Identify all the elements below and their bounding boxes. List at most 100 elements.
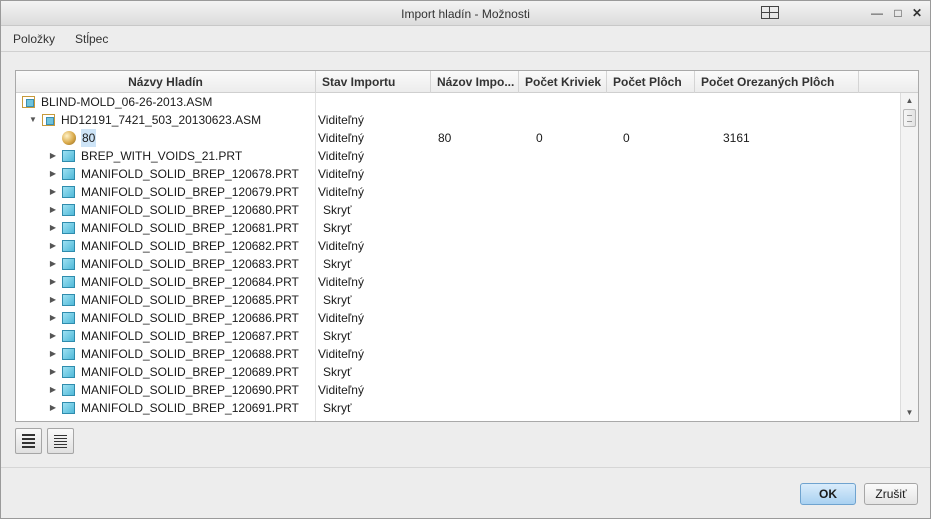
table-row[interactable]: ▶ MANIFOLD_SOLID_BREP_120683.PRT Skryť xyxy=(16,255,900,273)
import-status-cell[interactable]: Viditeľný xyxy=(318,147,364,165)
column-curve-count[interactable]: Počet Kriviek xyxy=(519,71,607,93)
expand-arrow-icon[interactable]: ▶ xyxy=(48,309,58,327)
import-status-cell[interactable]: Viditeľný xyxy=(318,129,364,147)
import-name-cell: 80 xyxy=(438,131,452,145)
menu-items[interactable]: Položky xyxy=(13,32,55,46)
layer-name-label[interactable]: MANIFOLD_SOLID_BREP_120685.PRT xyxy=(81,291,299,309)
layer-name-label[interactable]: MANIFOLD_SOLID_BREP_120679.PRT xyxy=(81,183,299,201)
import-status-cell[interactable]: Viditeľný xyxy=(318,309,364,327)
layer-name-label[interactable]: MANIFOLD_SOLID_BREP_120691.PRT xyxy=(81,399,299,417)
close-icon[interactable]: ✕ xyxy=(909,6,925,20)
import-status-cell[interactable]: Viditeľný xyxy=(318,237,364,255)
expand-arrow-icon[interactable]: ▶ xyxy=(48,327,58,345)
import-status-cell[interactable]: Skryť xyxy=(323,291,352,309)
expand-arrow-icon[interactable]: ▶ xyxy=(48,165,58,183)
table-row[interactable]: ▶ MANIFOLD_SOLID_BREP_120682.PRT Viditeľný xyxy=(16,237,900,255)
table-row[interactable]: ▶ MANIFOLD_SOLID_BREP_120686.PRT Viditeľný xyxy=(16,309,900,327)
layer-name-label[interactable]: MANIFOLD_SOLID_BREP_120689.PRT xyxy=(81,363,299,381)
import-status-cell[interactable]: Skryť xyxy=(323,255,352,273)
column-import-status[interactable]: Stav Importu xyxy=(316,71,431,93)
list-view-button[interactable] xyxy=(47,428,74,454)
layer-name-label[interactable]: HD12191_7421_503_20130623.ASM xyxy=(61,111,261,129)
import-status-cell[interactable]: Viditeľný xyxy=(318,345,364,363)
expand-arrow-icon[interactable]: ▶ xyxy=(48,219,58,237)
import-layers-dialog: Import hladín - Možnosti — □ ✕ Položky S… xyxy=(0,0,931,519)
expand-arrow-icon[interactable]: ▶ xyxy=(48,273,58,291)
layer-name-label[interactable]: 80 xyxy=(81,129,97,147)
layer-name-label[interactable]: MANIFOLD_SOLID_BREP_120688.PRT xyxy=(81,345,299,363)
table-row[interactable]: ▶ MANIFOLD_SOLID_BREP_120678.PRT Viditeľný xyxy=(16,165,900,183)
layer-name-label[interactable]: MANIFOLD_SOLID_BREP_120686.PRT xyxy=(81,309,299,327)
import-status-cell[interactable]: Viditeľný xyxy=(318,111,364,129)
table-row[interactable]: ▶ MANIFOLD_SOLID_BREP_120679.PRT Viditeľný xyxy=(16,183,900,201)
cancel-button[interactable]: Zrušiť xyxy=(864,483,918,505)
part-icon xyxy=(62,204,75,216)
table-row[interactable]: 80 Viditeľný 80 0 0 3161 xyxy=(16,129,900,147)
import-status-cell[interactable]: Viditeľný xyxy=(318,183,364,201)
import-status-cell[interactable]: Skryť xyxy=(323,363,352,381)
layer-name-label[interactable]: MANIFOLD_SOLID_BREP_120687.PRT xyxy=(81,327,299,345)
expand-arrow-icon[interactable]: ▶ xyxy=(48,399,58,417)
table-row[interactable]: ▶ MANIFOLD_SOLID_BREP_120681.PRT Skryť xyxy=(16,219,900,237)
layer-name-label[interactable]: MANIFOLD_SOLID_BREP_120690.PRT xyxy=(81,381,299,399)
table-row[interactable]: ▶ MANIFOLD_SOLID_BREP_120689.PRT Skryť xyxy=(16,363,900,381)
table-row[interactable]: ▶ MANIFOLD_SOLID_BREP_120687.PRT Skryť xyxy=(16,327,900,345)
layer-name-label[interactable]: MANIFOLD_SOLID_BREP_120683.PRT xyxy=(81,255,299,273)
table-row[interactable]: ▼ HD12191_7421_503_20130623.ASM Viditeľný xyxy=(16,111,900,129)
layer-name-label[interactable]: BREP_WITH_VOIDS_21.PRT xyxy=(81,147,242,165)
minimize-icon[interactable]: — xyxy=(869,6,885,20)
table-row[interactable]: ▶ MANIFOLD_SOLID_BREP_120685.PRT Skryť xyxy=(16,291,900,309)
import-status-cell[interactable]: Skryť xyxy=(323,327,352,345)
title-bar: Import hladín - Možnosti — □ ✕ xyxy=(1,1,930,26)
expand-arrow-icon[interactable]: ▶ xyxy=(48,255,58,273)
collapse-arrow-icon[interactable]: ▼ xyxy=(28,111,38,129)
column-trimmed-surface-count[interactable]: Počet Orezaných Plôch xyxy=(695,71,859,93)
table-row[interactable]: ▶ BREP_WITH_VOIDS_21.PRT Viditeľný xyxy=(16,147,900,165)
layer-name-label[interactable]: MANIFOLD_SOLID_BREP_120684.PRT xyxy=(81,273,299,291)
expand-arrow-icon[interactable]: ▶ xyxy=(48,147,58,165)
import-status-cell[interactable]: Skryť xyxy=(323,201,352,219)
table-row[interactable]: ▶ MANIFOLD_SOLID_BREP_120680.PRT Skryť xyxy=(16,201,900,219)
import-status-cell[interactable]: Viditeľný xyxy=(318,165,364,183)
scroll-thumb[interactable] xyxy=(903,109,916,127)
part-icon xyxy=(62,348,75,360)
part-icon xyxy=(62,402,75,414)
expand-arrow-icon[interactable]: ▶ xyxy=(48,291,58,309)
expand-arrow-icon[interactable]: ▶ xyxy=(48,363,58,381)
layout-toggle-icon[interactable] xyxy=(761,6,779,19)
scroll-up-icon[interactable]: ▲ xyxy=(901,93,918,108)
layer-name-label[interactable]: BLIND-MOLD_06-26-2013.ASM xyxy=(41,93,212,111)
expand-arrow-icon[interactable]: ▶ xyxy=(48,183,58,201)
vertical-scrollbar[interactable]: ▲ ▼ xyxy=(900,93,918,421)
maximize-icon[interactable]: □ xyxy=(890,6,906,20)
ok-button[interactable]: OK xyxy=(800,483,856,505)
import-status-cell[interactable]: Skryť xyxy=(323,399,352,417)
expand-arrow-icon[interactable]: ▶ xyxy=(48,201,58,219)
layer-name-label[interactable]: MANIFOLD_SOLID_BREP_120681.PRT xyxy=(81,219,299,237)
dense-view-button[interactable] xyxy=(15,428,42,454)
scroll-down-icon[interactable]: ▼ xyxy=(901,405,918,420)
layer-name-label[interactable]: MANIFOLD_SOLID_BREP_120682.PRT xyxy=(81,237,299,255)
table-row[interactable]: ▶ MANIFOLD_SOLID_BREP_120690.PRT Viditeľný xyxy=(16,381,900,399)
table-row[interactable]: ▶ MANIFOLD_SOLID_BREP_120691.PRT Skryť xyxy=(16,399,900,417)
expand-arrow-icon[interactable]: ▶ xyxy=(48,237,58,255)
layer-name-label[interactable]: MANIFOLD_SOLID_BREP_120678.PRT xyxy=(81,165,299,183)
table-row[interactable]: ▶ MANIFOLD_SOLID_BREP_120684.PRT Viditeľný xyxy=(16,273,900,291)
table-row[interactable]: BLIND-MOLD_06-26-2013.ASM xyxy=(16,93,900,111)
expand-arrow-icon[interactable]: ▶ xyxy=(48,381,58,399)
layer-name-label[interactable]: MANIFOLD_SOLID_BREP_120680.PRT xyxy=(81,201,299,219)
import-status-cell[interactable]: Viditeľný xyxy=(318,273,364,291)
menu-bar: Položky Stĺpec xyxy=(1,26,930,52)
import-status-cell[interactable]: Skryť xyxy=(323,219,352,237)
column-surface-count[interactable]: Počet Plôch xyxy=(607,71,695,93)
import-status-cell[interactable]: Viditeľný xyxy=(318,381,364,399)
part-icon xyxy=(62,366,75,378)
layer-sphere-icon xyxy=(62,131,76,145)
part-icon xyxy=(62,186,75,198)
table-row[interactable]: ▶ MANIFOLD_SOLID_BREP_120688.PRT Viditeľný xyxy=(16,345,900,363)
column-import-name[interactable]: Názov Impo... xyxy=(431,71,519,93)
expand-arrow-icon[interactable]: ▶ xyxy=(48,345,58,363)
column-layer-names[interactable]: Názvy Hladín xyxy=(16,71,316,93)
menu-column[interactable]: Stĺpec xyxy=(75,32,108,46)
part-icon xyxy=(62,168,75,180)
